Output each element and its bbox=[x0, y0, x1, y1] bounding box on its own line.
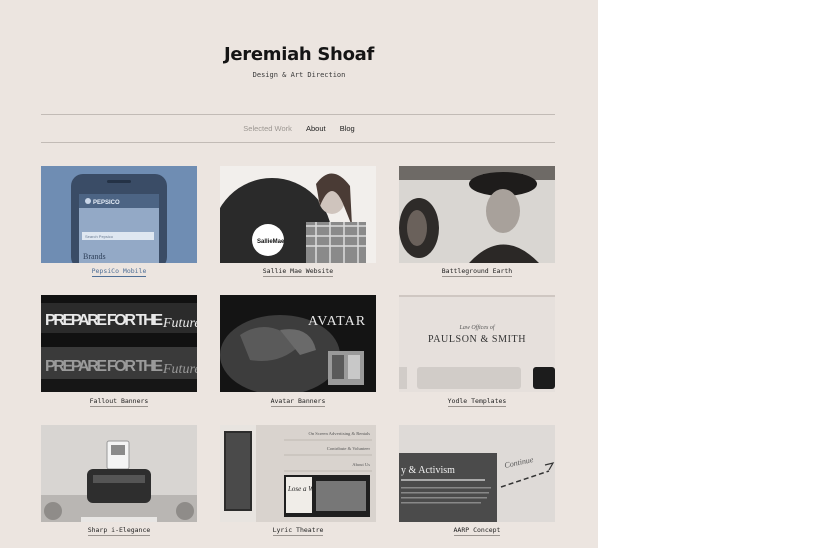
caption-fallout[interactable]: Fallout Banners bbox=[41, 397, 197, 407]
portfolio-page: Jeremiah Shoaf Design & Art Direction Se… bbox=[0, 0, 598, 548]
caption-sallie-mae[interactable]: Sallie Mae Website bbox=[220, 267, 376, 277]
caption-yodle-label[interactable]: Yodle Templates bbox=[447, 397, 507, 407]
pepsico-phone-image: PEPSICO Search Pepsico Brands bbox=[41, 166, 197, 263]
caption-fallout-label[interactable]: Fallout Banners bbox=[89, 397, 149, 407]
lyric-menu-item-2: Contribute & Volunteer bbox=[327, 446, 371, 451]
avatar-title: AVATAR bbox=[308, 314, 366, 329]
lyric-menu-item-3: About Us bbox=[352, 462, 370, 467]
fallout-script: Future bbox=[162, 316, 197, 331]
project-thumbnail-sharp[interactable] bbox=[41, 425, 197, 522]
caption-lyric-theatre[interactable]: Lyric Theatre bbox=[220, 526, 376, 536]
sharp-ielegance-image bbox=[41, 425, 197, 522]
yodle-firm-name: PAULSON & SMITH bbox=[428, 334, 526, 345]
project-thumbnail-lyric-theatre[interactable]: On Screen Advertising & Rentals Contribu… bbox=[220, 425, 376, 522]
avatar-banner-image: AVATAR bbox=[220, 295, 376, 392]
caption-sallie-mae-label[interactable]: Sallie Mae Website bbox=[262, 267, 334, 277]
nav-selected-work[interactable]: Selected Work bbox=[243, 124, 292, 133]
yodle-template-image: Law Offices of PAULSON & SMITH bbox=[399, 295, 555, 392]
sallie-mae-image: SallieMae bbox=[220, 166, 376, 263]
main-nav: Selected Work About Blog bbox=[0, 124, 598, 133]
project-thumbnail-aarp[interactable]: y & Activism Continue bbox=[399, 425, 555, 522]
caption-sharp-label[interactable]: Sharp i-Elegance bbox=[87, 526, 151, 536]
fallout-headline: PREPARE FOR THE bbox=[45, 312, 163, 329]
lyric-menu-item-1: On Screen Advertising & Rentals bbox=[309, 431, 371, 436]
nav-about[interactable]: About bbox=[306, 124, 326, 133]
caption-avatar-label[interactable]: Avatar Banners bbox=[270, 397, 326, 407]
lyric-poster-title: Lose a Wife bbox=[287, 485, 321, 493]
yodle-law-offices-text: Law Offices of bbox=[458, 324, 495, 331]
fallout-banner-image: PREPARE FOR THE Future PREPARE FOR THE F… bbox=[41, 295, 197, 392]
caption-lyric-theatre-label[interactable]: Lyric Theatre bbox=[272, 526, 324, 536]
project-thumbnail-fallout[interactable]: PREPARE FOR THE Future PREPARE FOR THE F… bbox=[41, 295, 197, 392]
nav-top-divider bbox=[41, 114, 555, 115]
aarp-concept-image: y & Activism Continue bbox=[399, 425, 555, 522]
project-thumbnail-sallie-mae[interactable]: SallieMae bbox=[220, 166, 376, 263]
nav-blog[interactable]: Blog bbox=[340, 124, 355, 133]
battleground-earth-image bbox=[399, 166, 555, 263]
project-thumbnail-yodle[interactable]: Law Offices of PAULSON & SMITH bbox=[399, 295, 555, 392]
caption-aarp[interactable]: AARP Concept bbox=[399, 526, 555, 536]
site-subtitle: Design & Art Direction bbox=[252, 71, 346, 79]
caption-yodle[interactable]: Yodle Templates bbox=[399, 397, 555, 407]
project-thumbnail-avatar[interactable]: AVATAR bbox=[220, 295, 376, 392]
caption-aarp-label[interactable]: AARP Concept bbox=[453, 526, 501, 536]
site-title[interactable]: Jeremiah Shoaf bbox=[0, 44, 598, 65]
pepsico-brands-text: Brands bbox=[83, 252, 106, 261]
caption-sharp[interactable]: Sharp i-Elegance bbox=[41, 526, 197, 536]
lyric-theatre-image: On Screen Advertising & Rentals Contribu… bbox=[220, 425, 376, 522]
nav-bottom-divider bbox=[41, 142, 555, 143]
pepsico-search-text: Search Pepsico bbox=[85, 234, 114, 239]
fallout-headline-reflection: PREPARE FOR THE bbox=[45, 358, 163, 375]
caption-battleground-earth-label[interactable]: Battleground Earth bbox=[441, 267, 513, 277]
project-thumbnail-battleground-earth[interactable] bbox=[399, 166, 555, 263]
sallie-mae-logo-text: SallieMae bbox=[257, 239, 285, 245]
caption-pepsico[interactable]: PepsiCo Mobile bbox=[41, 267, 197, 277]
pepsico-logo-text: PEPSICO bbox=[93, 200, 120, 206]
project-thumbnail-pepsico[interactable]: PEPSICO Search Pepsico Brands bbox=[41, 166, 197, 263]
caption-pepsico-label[interactable]: PepsiCo Mobile bbox=[91, 267, 147, 277]
fallout-script-reflection: Future bbox=[162, 362, 197, 377]
caption-battleground-earth[interactable]: Battleground Earth bbox=[399, 267, 555, 277]
caption-avatar[interactable]: Avatar Banners bbox=[220, 397, 376, 407]
aarp-headline: y & Activism bbox=[401, 465, 455, 476]
